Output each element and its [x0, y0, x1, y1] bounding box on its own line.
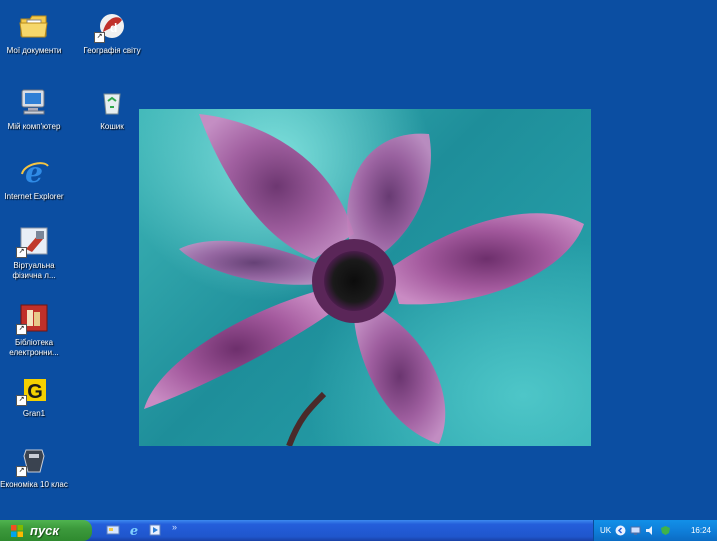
electronic-library-icon: ↗ [16, 302, 50, 335]
internet-explorer-icon: e [18, 156, 50, 189]
system-tray: UK 16:24 [593, 520, 717, 541]
desktop-icon-gran1[interactable]: G ↗ Gran1 [0, 373, 68, 419]
media-player-icon[interactable] [148, 523, 162, 537]
desktop-icon-virtual-physics-lab[interactable]: ↗ Віртуальна фізична л... [0, 225, 68, 281]
internet-explorer-quicklaunch-icon[interactable]: e [127, 523, 141, 537]
gran1-icon: G ↗ [16, 373, 50, 406]
desktop-icon-internet-explorer[interactable]: e Internet Explorer [0, 156, 68, 202]
wallpaper-flower-image [139, 109, 591, 446]
windows-logo-icon [11, 524, 23, 537]
desktop-icon-world-geography[interactable]: d ↗ Географія світу [78, 10, 146, 56]
economics-10-icon: ↗ [16, 444, 50, 477]
desktop-icon-label: Кошик [100, 122, 124, 131]
desktop: Мої документи Мій комп'ютер e Internet E… [0, 0, 717, 520]
network-icon[interactable] [630, 525, 641, 536]
desktop-icon-electronic-library[interactable]: ↗ Бібліотека електронни... [0, 302, 68, 358]
svg-text:G: G [27, 381, 43, 403]
security-center-icon[interactable] [660, 525, 671, 536]
language-indicator[interactable]: UK [600, 526, 611, 535]
quick-launch: e [106, 523, 162, 537]
shortcut-arrow-icon: ↗ [16, 247, 27, 258]
shortcut-arrow-icon: ↗ [16, 324, 27, 335]
desktop-icon-label: Gran1 [22, 409, 46, 418]
quick-launch-more-icon[interactable]: » [172, 522, 177, 532]
svg-text:e: e [25, 156, 43, 188]
shortcut-arrow-icon: ↗ [16, 466, 27, 477]
start-button[interactable]: пуск [0, 520, 92, 541]
my-computer-icon [18, 86, 50, 118]
clock[interactable]: 16:24 [691, 526, 711, 535]
desktop-icon-label: Мій комп'ютер [7, 122, 61, 131]
svg-text:d: d [110, 21, 117, 35]
desktop-icon-label: Географія світу [83, 46, 141, 55]
svg-text:e: e [130, 524, 138, 537]
start-button-label: пуск [30, 523, 59, 538]
desktop-icon-my-computer[interactable]: Мій комп'ютер [0, 86, 68, 132]
shortcut-arrow-icon: ↗ [16, 395, 27, 406]
desktop-icon-my-documents[interactable]: Мої документи [0, 10, 68, 56]
desktop-icon-recycle-bin[interactable]: Кошик [78, 86, 146, 132]
volume-icon[interactable] [645, 525, 656, 536]
recycle-bin-icon [96, 86, 128, 118]
desktop-icon-label: Віртуальна фізична л... [12, 261, 56, 280]
world-geography-icon: d ↗ [94, 10, 128, 43]
desktop-icon-label: Internet Explorer [4, 192, 64, 201]
desktop-icon-label: Бібліотека електронни... [9, 338, 59, 357]
show-desktop-icon[interactable] [106, 523, 120, 537]
desktop-icon-label: Економіка 10 клас [0, 480, 68, 489]
taskbar: пуск e » UK 16:24 [0, 520, 717, 541]
virtual-physics-lab-icon: ↗ [16, 225, 50, 258]
my-documents-icon [18, 10, 50, 42]
shortcut-arrow-icon: ↗ [94, 32, 105, 43]
desktop-icon-economics-10[interactable]: ↗ Економіка 10 клас [0, 444, 68, 490]
desktop-icon-label: Мої документи [6, 46, 62, 55]
tray-collapse-icon[interactable] [615, 525, 626, 536]
